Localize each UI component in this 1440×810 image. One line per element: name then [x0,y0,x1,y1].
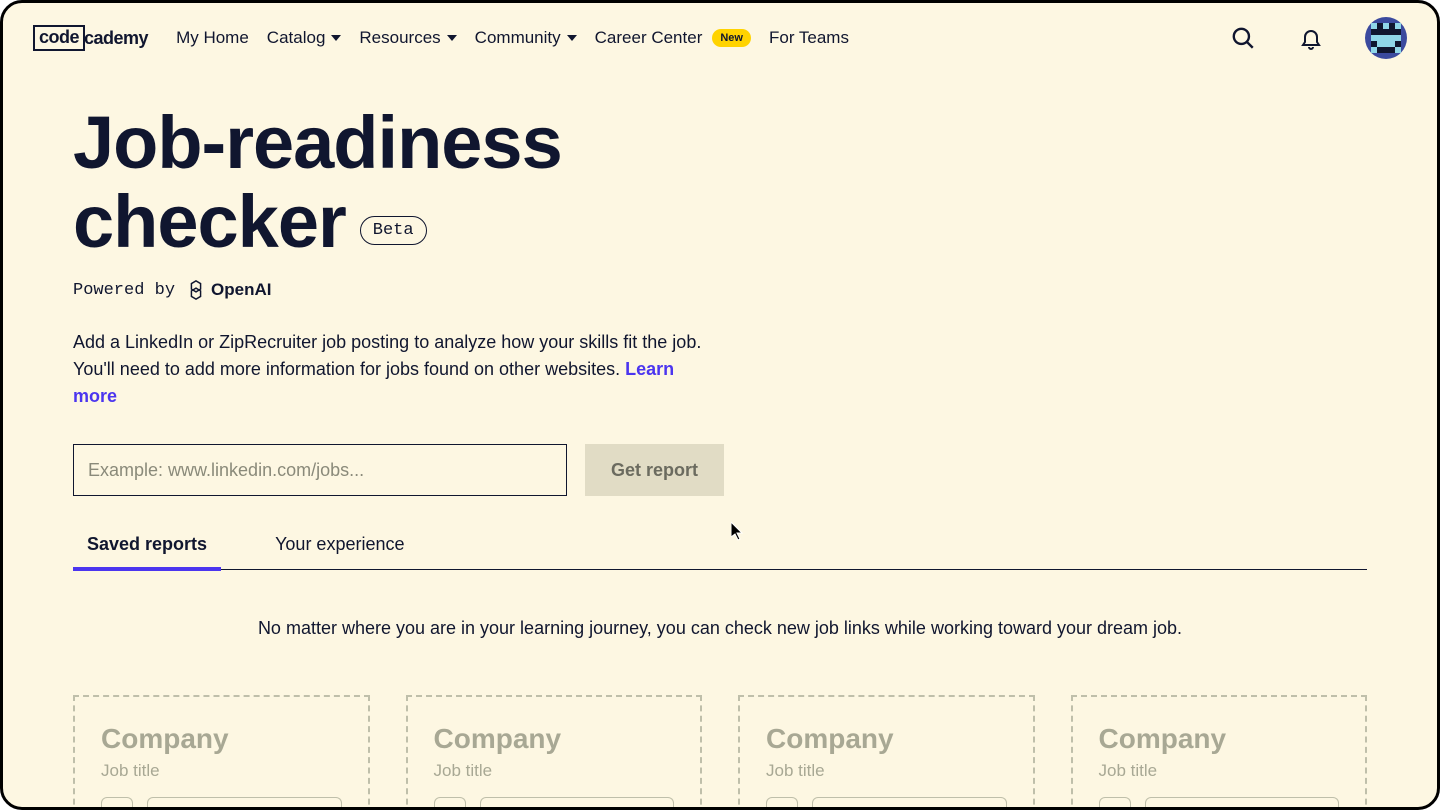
logo-left: code [33,25,85,51]
new-badge: New [712,29,751,47]
nav-resources[interactable]: Resources [359,28,456,48]
placeholder-card: Company Job title [406,695,703,810]
get-report-button[interactable]: Get report [585,444,724,496]
placeholder-card: Company Job title [738,695,1035,810]
page-title-line1: Job-readiness [73,103,1367,182]
search-icon[interactable] [1229,24,1257,52]
nav-career-center[interactable]: Career CenterNew [595,28,751,48]
input-row: Get report [73,444,1367,496]
powered-by: Powered by OpenAI [73,279,1367,301]
card-jobtitle: Job title [434,761,675,781]
chevron-down-icon [331,35,341,41]
chevron-down-icon [447,35,457,41]
nav-catalog[interactable]: Catalog [267,28,342,48]
nav-community[interactable]: Community [475,28,577,48]
card-company: Company [1099,723,1340,755]
bell-icon[interactable] [1297,24,1325,52]
avatar-image [1371,23,1401,53]
tabs: Saved reports Your experience [73,534,1367,570]
nav-links: My Home Catalog Resources Community Care… [176,28,849,48]
openai-icon [185,279,207,301]
card-company: Company [101,723,342,755]
card-company: Company [766,723,1007,755]
card-jobtitle: Job title [101,761,342,781]
card-jobtitle: Job title [1099,761,1340,781]
placeholder-card: Company Job title [1071,695,1368,810]
beta-badge: Beta [360,216,427,245]
chevron-down-icon [567,35,577,41]
nav-for-teams[interactable]: For Teams [769,28,849,48]
tab-your-experience[interactable]: Your experience [261,534,418,569]
card-company: Company [434,723,675,755]
job-url-input[interactable] [73,444,567,496]
top-nav: codecademy My Home Catalog Resources Com… [3,3,1437,73]
openai-logo: OpenAI [185,279,271,301]
placeholder-card: Company Job title [73,695,370,810]
logo[interactable]: codecademy [33,25,148,51]
description: Add a LinkedIn or ZipRecruiter job posti… [73,329,713,410]
placeholder-cards: Company Job title Company Job title Comp… [73,695,1367,810]
nav-my-home[interactable]: My Home [176,28,249,48]
avatar[interactable] [1365,17,1407,59]
logo-right: cademy [84,28,148,49]
card-jobtitle: Job title [766,761,1007,781]
tab-saved-reports[interactable]: Saved reports [73,534,221,569]
page-title-line2: checker [73,182,346,261]
journey-text: No matter where you are in your learning… [73,618,1367,639]
main-content: Job-readiness checker Beta Powered by Op… [3,73,1437,810]
